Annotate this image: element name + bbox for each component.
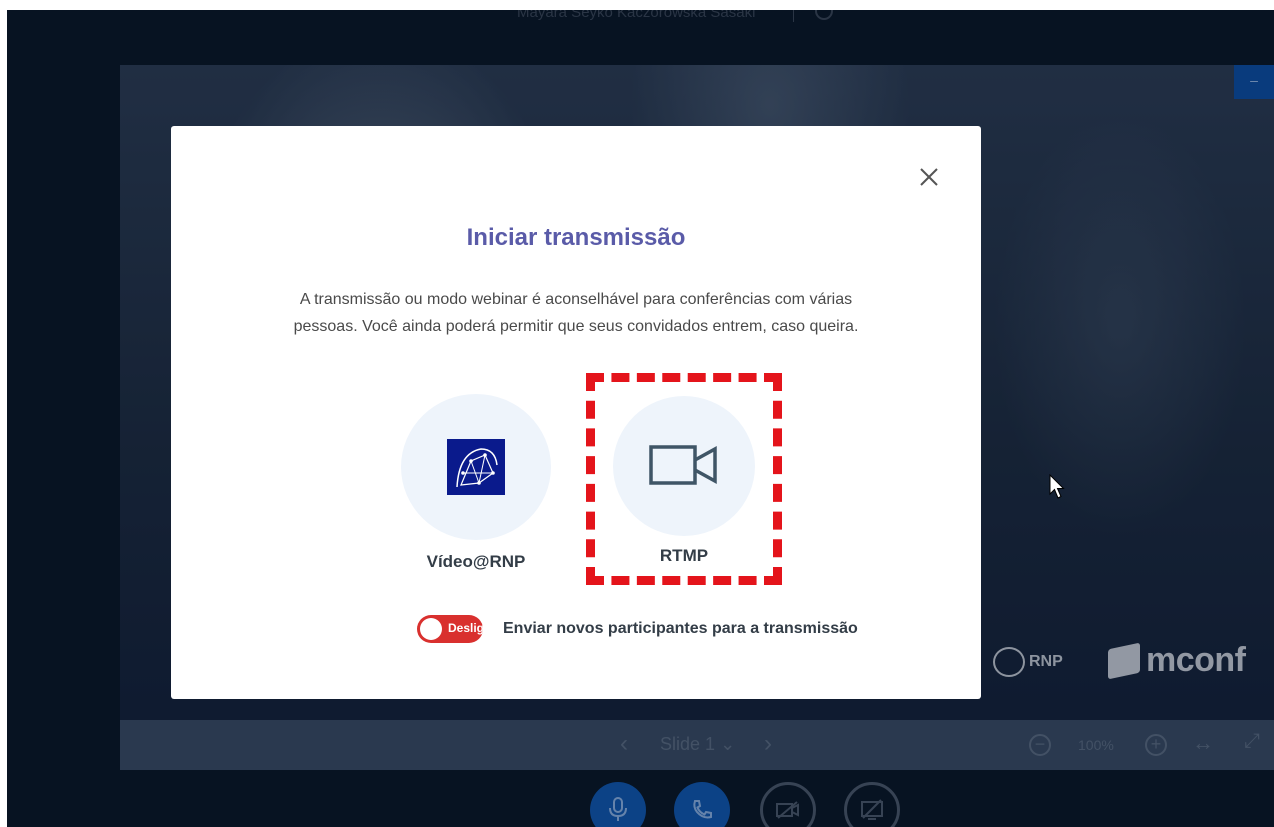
rnp-logo-icon	[447, 439, 505, 495]
close-icon	[920, 168, 938, 186]
modal-title: Iniciar transmissão	[466, 224, 686, 251]
option-rtmp-circle	[613, 396, 755, 536]
send-participants-row: Deslig Enviar novos participantes para a…	[417, 615, 858, 643]
mouse-cursor-icon	[1049, 474, 1065, 499]
option-video-rnp-label: Vídeo@RNP	[426, 552, 526, 571]
option-video-rnp[interactable]: Vídeo@RNP	[401, 394, 551, 572]
option-rtmp-label: RTMP	[659, 546, 709, 565]
modal-description: A transmissão ou modo webinar é aconselh…	[293, 291, 859, 335]
close-button[interactable]	[914, 162, 944, 192]
video-camera-icon	[649, 445, 717, 485]
option-video-rnp-circle	[401, 394, 551, 540]
send-participants-label: Enviar novos participantes para a transm…	[503, 620, 858, 637]
send-participants-toggle[interactable]: Deslig	[417, 615, 483, 643]
toggle-knob	[420, 618, 442, 640]
option-rtmp[interactable]: RTMP	[609, 396, 759, 566]
start-broadcast-modal: Iniciar transmissão A transmissão ou mod…	[171, 126, 981, 699]
toggle-state-text: Deslig	[448, 621, 483, 635]
